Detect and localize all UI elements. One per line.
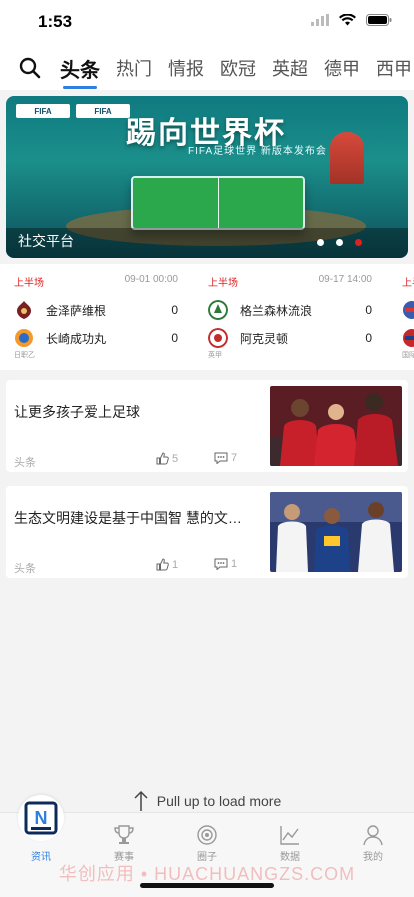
battery-icon (366, 14, 392, 26)
like-count: 1 (172, 558, 179, 571)
article-card[interactable]: 让更多孩子爱上足球 头条 5 7 (6, 380, 408, 472)
carousel-dot[interactable] (317, 239, 324, 246)
tab-la-liga[interactable]: 西甲 (376, 49, 412, 87)
banner-carousel[interactable]: FIFA FIFA 踢向世界杯 FIFA足球世界 新版本发布会 社交平台 (6, 96, 408, 258)
comment-button[interactable]: 7 (214, 452, 237, 464)
match-time: 09-17 14:00 (318, 274, 372, 285)
basketball-players-photo (270, 492, 402, 572)
banner-caption: 社交平台 (18, 233, 74, 249)
tab-intel[interactable]: 情报 (168, 49, 204, 87)
news-icon-badge: N (18, 795, 64, 841)
match-time: 09-01 00:00 (124, 274, 178, 285)
chart-icon (280, 826, 299, 845)
home-team-row (402, 298, 414, 322)
home-team-row: 金泽萨维根 0 (14, 298, 178, 322)
match-card[interactable]: 上半场 国际 (388, 264, 414, 370)
article-card[interactable]: 生态文明建设是基于中国智 慧的文化成果 头条 1 1 (6, 486, 408, 578)
arrow-up-icon (134, 790, 148, 811)
article-source: 头条 (14, 457, 36, 469)
comment-button[interactable]: 1 (214, 558, 237, 570)
status-icons (311, 14, 392, 26)
article-thumbnail (270, 492, 402, 572)
circle-icon (197, 825, 217, 845)
banner-subtitle: FIFA足球世界 新版本发布会 (188, 146, 327, 157)
pull-to-load-text: Pull up to load more (156, 793, 282, 809)
carousel-dots (317, 239, 362, 246)
match-status: 上半场 (402, 278, 414, 289)
team-name: 格兰森林流浪 (240, 303, 313, 318)
league-name: 国际 (402, 352, 414, 359)
team-logo-icon (208, 300, 228, 320)
status-bar: 1:53 (0, 0, 414, 46)
tabbar-item-news[interactable]: N 资讯 (0, 795, 82, 863)
like-count: 5 (172, 452, 179, 465)
tab-premier-league[interactable]: 英超 (272, 49, 308, 87)
team-name: 长崎成功丸 (46, 331, 107, 346)
thumbs-up-icon (156, 452, 169, 465)
trophy-icon (114, 825, 134, 844)
channel-tabs: 头条 热门 情报 欧冠 英超 德甲 西甲 (60, 48, 412, 89)
search-button[interactable] (0, 46, 60, 90)
tabbar-item-me[interactable]: 我的 (332, 813, 414, 863)
league-name: 英甲 (208, 352, 222, 359)
match-card[interactable]: 上半场 09-17 14:00 格兰森林流浪 0 阿克灵顿 0 英甲 (194, 264, 386, 370)
match-status: 上半场 (208, 278, 238, 289)
carousel-dot[interactable] (336, 239, 343, 246)
comment-count: 1 (231, 558, 238, 570)
top-nav: 头条 热门 情报 欧冠 英超 德甲 西甲 (0, 46, 414, 90)
home-team-row: 格兰森林流浪 0 (208, 298, 372, 322)
tab-champions-league[interactable]: 欧冠 (220, 49, 256, 87)
team-logo-icon (15, 329, 33, 347)
banner-stadium-graphic (131, 176, 305, 230)
wifi-icon (339, 14, 356, 26)
team-score: 0 (365, 331, 372, 345)
live-scores-strip: 上半场 09-01 00:00 金泽萨维根 0 长崎成功丸 0 日职乙 上半场 … (0, 264, 414, 370)
profile-icon (363, 825, 383, 846)
status-time: 1:53 (38, 12, 73, 31)
article-title: 生态文明建设是基于中国智 慧的文化成果 (14, 510, 254, 526)
svg-text:N: N (35, 808, 48, 828)
away-team-row: 长崎成功丸 0 (14, 326, 178, 350)
league-name: 日职乙 (14, 352, 35, 359)
team-score: 0 (171, 303, 178, 317)
team-name: 金泽萨维根 (46, 303, 107, 318)
article-title: 让更多孩子爱上足球 (14, 404, 140, 420)
away-team-row: 阿克灵顿 0 (208, 326, 372, 350)
banner-kremlin-graphic (330, 132, 364, 184)
comment-count: 7 (231, 452, 238, 464)
fifa-logo-right: FIFA (76, 104, 130, 118)
team-logo-icon (17, 301, 31, 319)
team-name: 阿克灵顿 (240, 331, 289, 346)
match-status: 上半场 (14, 278, 44, 289)
match-card[interactable]: 上半场 09-01 00:00 金泽萨维根 0 长崎成功丸 0 日职乙 (0, 264, 192, 370)
article-thumbnail (270, 386, 402, 466)
tab-bundesliga[interactable]: 德甲 (324, 49, 360, 87)
team-logo-icon (403, 329, 414, 347)
article-source: 头条 (14, 563, 36, 575)
team-score: 0 (171, 331, 178, 345)
away-team-row (402, 326, 414, 350)
team-logo-icon (403, 301, 414, 319)
tab-hot[interactable]: 热门 (116, 49, 152, 87)
search-icon (19, 57, 41, 79)
comment-icon (214, 558, 228, 570)
thumbs-up-icon (156, 558, 169, 571)
news-icon: N (24, 801, 58, 835)
home-indicator[interactable] (140, 883, 274, 888)
comment-icon (214, 452, 228, 464)
tabbar-item-data[interactable]: 数据 (249, 813, 331, 863)
carousel-dot-active[interactable] (355, 239, 362, 246)
like-button[interactable]: 5 (156, 452, 178, 465)
like-button[interactable]: 1 (156, 558, 178, 571)
football-players-photo (270, 386, 402, 466)
tab-headlines[interactable]: 头条 (60, 48, 100, 89)
team-logo-icon (208, 328, 228, 348)
signal-icon (311, 14, 329, 26)
fifa-logo-left: FIFA (16, 104, 70, 118)
tabbar-item-events[interactable]: 赛事 (83, 813, 165, 863)
team-score: 0 (365, 303, 372, 317)
tabbar-item-circle[interactable]: 圈子 (166, 813, 248, 863)
